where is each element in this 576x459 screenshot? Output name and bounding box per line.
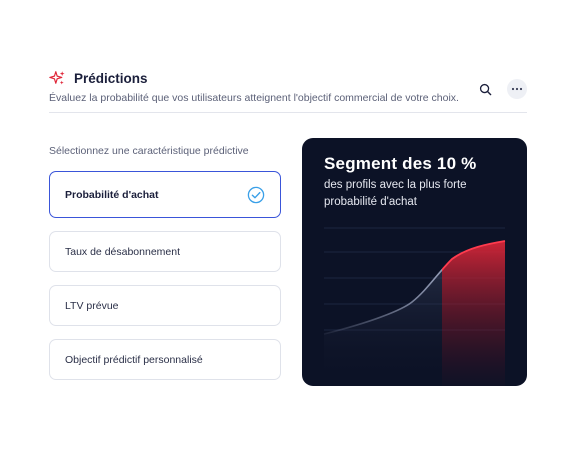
section-label: Sélectionnez une caractéristique prédict…	[49, 145, 249, 157]
card-title: Segment des 10 %	[324, 154, 477, 173]
page-subtitle: Évaluez la probabilité que vos utilisate…	[49, 92, 459, 104]
header-divider	[49, 112, 527, 113]
probability-curve-illustration	[323, 227, 506, 386]
search-button[interactable]	[475, 79, 495, 99]
option-label: Objectif prédictif personnalisé	[65, 353, 203, 366]
sparkle-icon	[49, 70, 65, 85]
option-churn-rate[interactable]: Taux de désabonnement	[49, 231, 281, 272]
option-purchase-probability[interactable]: Probabilité d'achat	[49, 171, 281, 218]
option-label: LTV prévue	[65, 299, 119, 312]
option-label: Probabilité d'achat	[65, 188, 159, 201]
segment-card: Segment des 10 % des profils avec la plu…	[302, 138, 527, 386]
page-title: Prédictions	[74, 70, 148, 86]
more-options-button[interactable]	[507, 79, 527, 99]
page-header: Prédictions Évaluez la probabilité que v…	[49, 68, 527, 114]
card-subtitle: des profils avec la plus forte probabili…	[324, 179, 467, 208]
option-predicted-ltv[interactable]: LTV prévue	[49, 285, 281, 326]
check-circle-icon	[247, 186, 265, 204]
option-label: Taux de désabonnement	[65, 245, 181, 258]
option-custom-predictive-goal[interactable]: Objectif prédictif personnalisé	[49, 339, 281, 380]
ellipsis-icon	[511, 87, 523, 91]
search-icon	[479, 83, 491, 95]
